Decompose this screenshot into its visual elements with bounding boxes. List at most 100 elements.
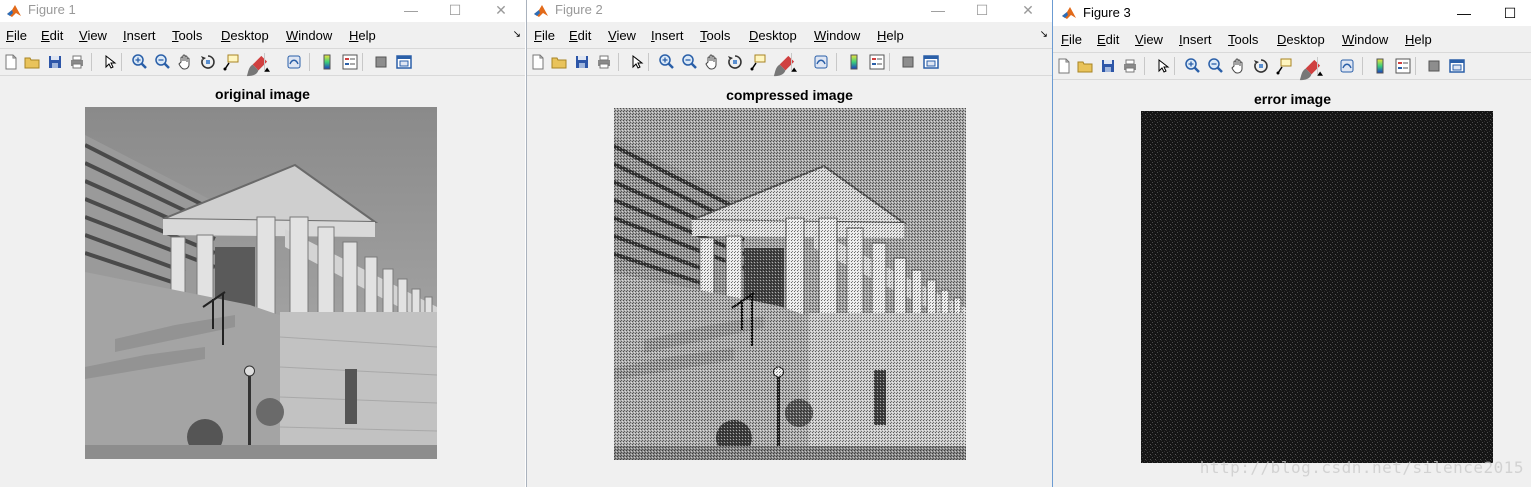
menu-file[interactable]: File [534,28,555,43]
pan-icon[interactable] [1229,57,1247,75]
maximize-button[interactable]: ☐ [1487,0,1531,26]
menu-help[interactable]: Help [877,28,904,43]
menu-view[interactable]: View [79,28,107,43]
zoom-in-icon[interactable] [657,53,675,71]
new-figure-icon[interactable] [529,53,547,71]
close-button[interactable]: ✕ [1005,0,1051,22]
print-icon[interactable] [595,53,613,71]
title-bar[interactable]: Figure 1 — ☐ ✕ [0,0,525,22]
zoom-out-icon[interactable] [680,53,698,71]
axes-title: error image [1253,91,1332,107]
pan-icon[interactable] [176,53,194,71]
menu-help[interactable]: Help [349,28,376,43]
menu-window[interactable]: Window [286,28,332,43]
window-title: Figure 3 [1083,5,1131,20]
toolbar-separator [1174,57,1175,75]
menu-file[interactable]: File [6,28,27,43]
maximize-button[interactable]: ☐ [432,0,478,22]
legend-icon[interactable] [868,53,886,71]
watermark-text: http://blog.csdn.net/silence2015 [1199,458,1524,477]
zoom-in-icon[interactable] [1183,57,1201,75]
link-plot-icon[interactable] [1338,57,1356,75]
show-plot-tools-icon[interactable] [395,53,413,71]
hide-plot-tools-icon[interactable] [372,53,390,71]
new-figure-icon[interactable] [2,53,20,71]
menu-tools[interactable]: Tools [700,28,730,43]
close-button[interactable]: ✕ [478,0,524,22]
save-icon[interactable] [46,53,64,71]
save-icon[interactable] [1099,57,1117,75]
minimize-button[interactable]: — [388,0,434,22]
data-cursor-icon[interactable] [749,53,767,71]
edit-plot-icon[interactable] [100,53,118,71]
menu-help[interactable]: Help [1405,32,1432,47]
matlab-logo-icon [534,5,548,17]
open-file-icon[interactable] [23,53,41,71]
title-bar[interactable]: Figure 2 — ☐ ✕ [527,0,1052,22]
save-icon[interactable] [573,53,591,71]
show-plot-tools-icon[interactable] [1448,57,1466,75]
pan-icon[interactable] [703,53,721,71]
toolbar-separator [264,53,265,71]
zoom-out-icon[interactable] [1206,57,1224,75]
menu-insert[interactable]: Insert [651,28,684,43]
link-plot-icon[interactable] [812,53,830,71]
menu-bar: File Edit View Insert Tools Desktop Wind… [1053,26,1531,52]
edit-plot-icon[interactable] [1153,57,1171,75]
hide-plot-tools-icon[interactable] [1425,57,1443,75]
menu-insert[interactable]: Insert [1179,32,1212,47]
menu-window[interactable]: Window [1342,32,1388,47]
print-icon[interactable] [1121,57,1139,75]
edit-plot-icon[interactable] [627,53,645,71]
minimize-button[interactable]: — [915,0,961,22]
menu-edit[interactable]: Edit [1097,32,1119,47]
figure-window-1: Figure 1 — ☐ ✕ File Edit View Insert Too… [0,0,525,487]
data-cursor-icon[interactable] [222,53,240,71]
toolbar-separator [1144,57,1145,75]
print-icon[interactable] [68,53,86,71]
rotate-3d-icon[interactable] [199,53,217,71]
menu-edit[interactable]: Edit [569,28,591,43]
menu-view[interactable]: View [1135,32,1163,47]
legend-icon[interactable] [341,53,359,71]
menu-file[interactable]: File [1061,32,1082,47]
dock-arrow-icon[interactable]: ↘ [1040,29,1048,40]
brush-icon[interactable] [244,53,270,77]
zoom-in-icon[interactable] [130,53,148,71]
rotate-3d-icon[interactable] [1252,57,1270,75]
maximize-button[interactable]: ☐ [959,0,1005,22]
colorbar-icon[interactable] [318,53,336,71]
zoom-out-icon[interactable] [153,53,171,71]
minimize-button[interactable]: — [1441,0,1487,26]
brush-icon[interactable] [771,53,797,77]
dock-arrow-icon[interactable]: ↘ [513,29,521,40]
show-plot-tools-icon[interactable] [922,53,940,71]
new-figure-icon[interactable] [1055,57,1073,75]
legend-icon[interactable] [1394,57,1412,75]
title-bar[interactable]: Figure 3 — ☐ [1053,0,1531,26]
data-cursor-icon[interactable] [1275,57,1293,75]
menu-edit[interactable]: Edit [41,28,63,43]
window-title: Figure 2 [555,2,603,17]
open-file-icon[interactable] [550,53,568,71]
colorbar-icon[interactable] [1371,57,1389,75]
menu-desktop[interactable]: Desktop [749,28,797,43]
menu-insert[interactable]: Insert [123,28,156,43]
toolbar-separator [1362,57,1363,75]
menu-tools[interactable]: Tools [1228,32,1258,47]
menu-window[interactable]: Window [814,28,860,43]
menu-view[interactable]: View [608,28,636,43]
brush-icon[interactable] [1297,57,1323,81]
colorbar-icon[interactable] [845,53,863,71]
open-file-icon[interactable] [1076,57,1094,75]
hide-plot-tools-icon[interactable] [899,53,917,71]
toolbar-separator [648,53,649,71]
menu-desktop[interactable]: Desktop [1277,32,1325,47]
figure-toolbar [0,48,525,77]
menu-tools[interactable]: Tools [172,28,202,43]
toolbar-separator [1317,57,1318,75]
menu-desktop[interactable]: Desktop [221,28,269,43]
rotate-3d-icon[interactable] [726,53,744,71]
menu-bar: File Edit View Insert Tools Desktop Wind… [527,22,1052,48]
link-plot-icon[interactable] [285,53,303,71]
